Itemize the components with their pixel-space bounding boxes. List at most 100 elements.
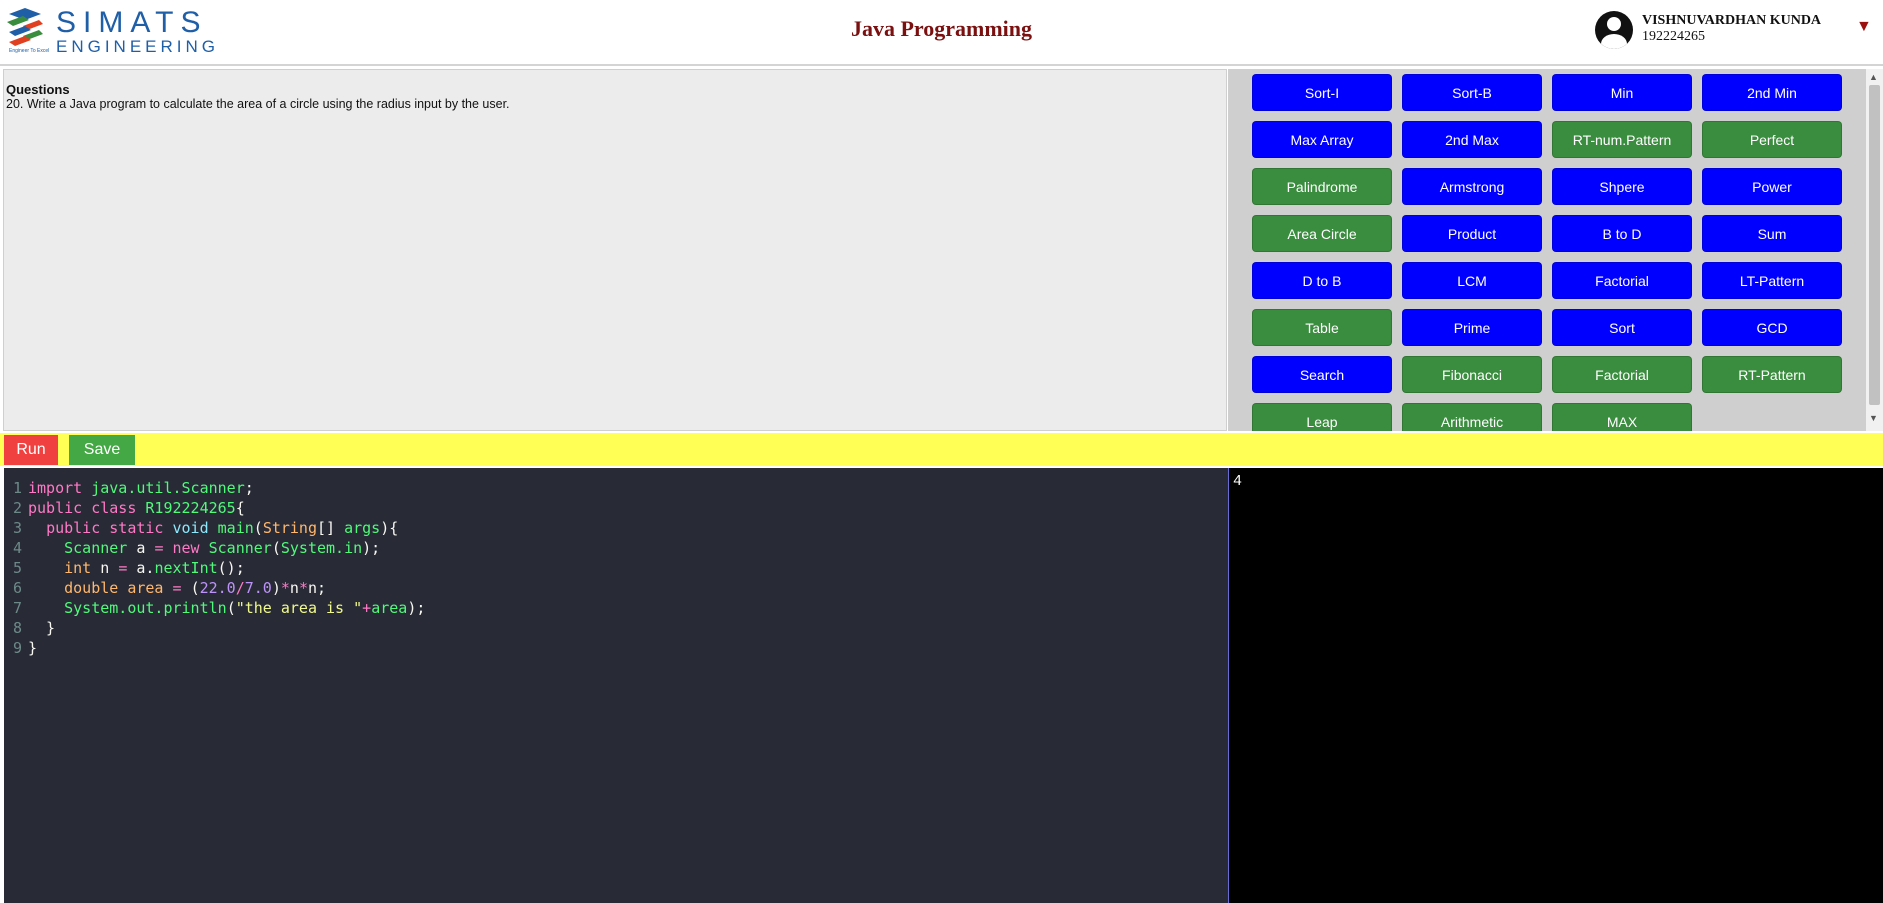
code-line: 8 } — [4, 618, 55, 638]
program-button[interactable]: Arithmetic — [1402, 403, 1542, 431]
program-button[interactable]: Sort — [1552, 309, 1692, 346]
code-token: import — [28, 479, 92, 497]
code-token: area — [371, 599, 408, 617]
program-button[interactable]: Sum — [1702, 215, 1842, 252]
caret-down-icon[interactable]: ▼ — [1856, 18, 1872, 36]
code-line: 4 Scanner a = new Scanner(System.in); — [4, 538, 380, 558]
code-token: } — [28, 619, 56, 637]
code-line: 6 double area = (22.0/7.0)*n*n; — [4, 578, 326, 598]
program-button[interactable]: GCD — [1702, 309, 1842, 346]
program-button[interactable]: B to D — [1552, 215, 1692, 252]
question-panel: Questions 20. Write a Java program to ca… — [3, 69, 1227, 431]
code-token: + — [362, 599, 372, 617]
program-button[interactable]: Sort-B — [1402, 74, 1542, 111]
code-token: = new — [154, 539, 209, 557]
save-button[interactable]: Save — [69, 435, 135, 465]
program-button[interactable]: Search — [1252, 356, 1392, 393]
user-id: 192224265 — [1642, 29, 1705, 44]
code-token: a. — [136, 559, 155, 577]
scrollbar-thumb[interactable] — [1869, 85, 1880, 405]
user-name: VISHNUVARDHAN KUNDA — [1642, 13, 1822, 28]
code-token: } — [28, 639, 38, 657]
code-token: int — [64, 559, 101, 577]
program-button[interactable]: D to B — [1252, 262, 1392, 299]
header: SIMATS ENGINEERING Engineer To Excel Jav… — [0, 0, 1883, 66]
buttons-scrollbar[interactable]: ▲ ▼ — [1866, 69, 1883, 431]
program-button[interactable]: 2nd Max — [1402, 121, 1542, 158]
code-token: main — [217, 519, 254, 537]
code-token: R192224265 — [145, 499, 236, 517]
output-text: 4 — [1233, 473, 1243, 490]
code-token: Scanner — [208, 539, 272, 557]
code-token: ( — [190, 579, 200, 597]
code-token: (); — [217, 559, 245, 577]
scroll-down-icon[interactable]: ▼ — [1869, 413, 1878, 423]
program-buttons-grid: Sort-I Sort-B Min 2nd Min Max Array 2nd Max RT… — [1252, 74, 1852, 431]
line-number: 5 — [12, 559, 22, 577]
program-button[interactable]: Palindrome — [1252, 168, 1392, 205]
question-text: 20. Write a Java program to calculate th… — [6, 97, 510, 111]
code-token: ; — [244, 479, 254, 497]
program-button[interactable]: LCM — [1402, 262, 1542, 299]
program-button[interactable]: Shpere — [1552, 168, 1692, 205]
program-button[interactable]: Table — [1252, 309, 1392, 346]
program-button[interactable]: LT-Pattern — [1702, 262, 1842, 299]
program-button[interactable]: Prime — [1402, 309, 1542, 346]
code-token: public static — [46, 519, 173, 537]
line-number: 9 — [12, 639, 22, 657]
code-token: ); — [407, 599, 426, 617]
code-token: public class — [28, 499, 146, 517]
user-avatar-icon[interactable] — [1595, 11, 1633, 49]
code-token: System.in — [280, 539, 363, 557]
code-line: 9} — [4, 638, 37, 658]
code-line: 1 import java.util.Scanner; — [4, 478, 254, 498]
code-editor[interactable]: 1 import java.util.Scanner; 2 public class … — [4, 468, 1228, 903]
program-button[interactable]: Perfect — [1702, 121, 1842, 158]
code-token: "the area is " — [235, 599, 363, 617]
code-token: / — [235, 579, 245, 597]
code-line: 7 System.out.println("the area is "+area… — [4, 598, 425, 618]
line-number: 7 — [12, 599, 22, 617]
program-button[interactable]: MAX — [1552, 403, 1692, 431]
code-token: String — [262, 519, 317, 537]
code-token: = — [172, 579, 191, 597]
program-button[interactable]: Area Circle — [1252, 215, 1392, 252]
code-token: java.util.Scanner — [91, 479, 245, 497]
code-token: nextInt — [154, 559, 218, 577]
code-token: ( — [226, 599, 236, 617]
code-token: ); — [362, 539, 381, 557]
line-number: 2 — [12, 499, 22, 517]
program-button[interactable]: 2nd Min — [1702, 74, 1842, 111]
code-token: void — [172, 519, 218, 537]
scroll-up-icon[interactable]: ▲ — [1869, 72, 1878, 82]
program-button[interactable]: RT-Pattern — [1702, 356, 1842, 393]
program-button[interactable]: Min — [1552, 74, 1692, 111]
output-console[interactable]: 4 — [1228, 468, 1883, 903]
program-button[interactable]: Sort-I — [1252, 74, 1392, 111]
program-button[interactable]: Max Array — [1252, 121, 1392, 158]
code-token: Scanner — [64, 539, 137, 557]
logo-tagline: Engineer To Excel — [9, 48, 50, 54]
code-token: [] — [317, 519, 345, 537]
run-button[interactable]: Run — [4, 435, 58, 465]
program-button[interactable]: Factorial — [1552, 262, 1692, 299]
program-button[interactable]: Factorial — [1552, 356, 1692, 393]
program-button[interactable]: Product — [1402, 215, 1542, 252]
program-button[interactable]: Power — [1702, 168, 1842, 205]
program-button[interactable]: RT-num.Pattern — [1552, 121, 1692, 158]
code-token: a — [136, 539, 155, 557]
code-token: * — [280, 579, 290, 597]
code-token: ){ — [380, 519, 399, 537]
line-number: 6 — [12, 579, 22, 597]
code-token: n — [289, 579, 299, 597]
code-token: { — [235, 499, 245, 517]
program-button[interactable]: Fibonacci — [1402, 356, 1542, 393]
program-button[interactable]: Leap — [1252, 403, 1392, 431]
code-token: args — [344, 519, 381, 537]
code-token: * — [298, 579, 308, 597]
program-button[interactable]: Armstrong — [1402, 168, 1542, 205]
code-line: 3 public static void main(String[] args)… — [4, 518, 398, 538]
